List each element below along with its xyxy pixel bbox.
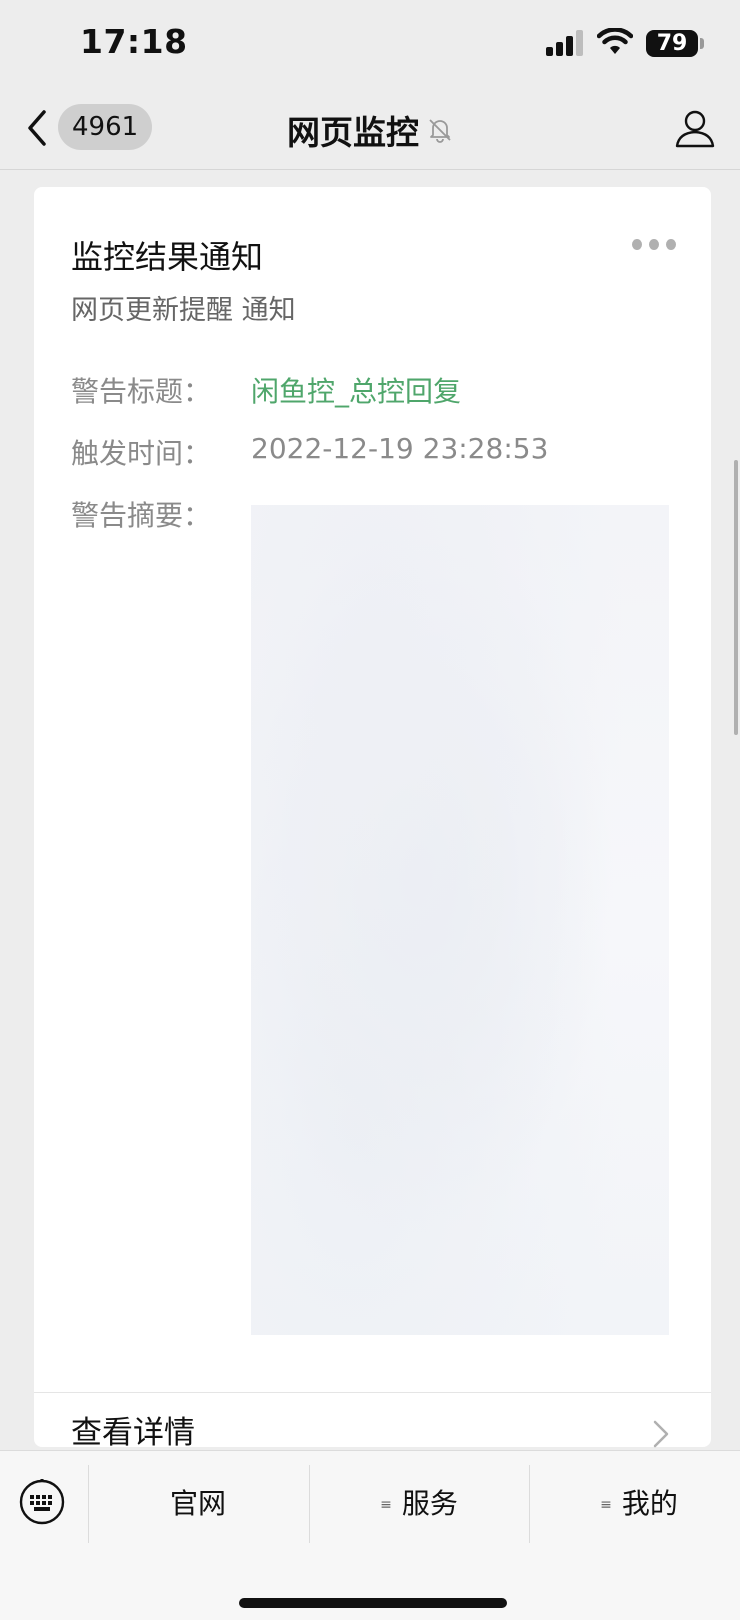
- battery-level: 79: [646, 30, 698, 57]
- field-value-alert-title: 闲鱼控_总控回复: [251, 375, 462, 408]
- card-title: 监控结果通知: [71, 238, 264, 276]
- submenu-icon: ≡: [380, 1497, 392, 1513]
- cellular-signal-icon: [546, 30, 586, 56]
- field-label-alert-title: 警告标题：: [71, 375, 212, 408]
- menu-item-label: 我的: [621, 1487, 678, 1520]
- more-options-icon[interactable]: [632, 239, 676, 255]
- menu-item-official-site[interactable]: 官网: [88, 1465, 308, 1543]
- submenu-icon: ≡: [600, 1497, 612, 1513]
- menu-item-label: 官网: [169, 1487, 226, 1520]
- scrollbar[interactable]: [734, 460, 738, 735]
- field-label-alert-summary: 警告摘要：: [71, 499, 212, 532]
- field-label-trigger-time: 触发时间：: [71, 437, 212, 470]
- card-subtitle: 网页更新提醒 通知: [71, 295, 296, 326]
- alert-summary-redacted: [251, 505, 669, 1335]
- status-time: 17:18: [80, 22, 188, 61]
- battery-tip: [700, 38, 704, 49]
- view-details-label: 查看详情: [71, 1415, 195, 1451]
- home-indicator[interactable]: [239, 1598, 507, 1608]
- profile-icon[interactable]: [674, 108, 716, 150]
- bottom-menu: 官网 ≡ 服务 ≡ 我的: [0, 1450, 740, 1620]
- menu-item-label: 服务: [401, 1487, 458, 1520]
- wifi-icon: [597, 28, 633, 54]
- chevron-right-icon: [653, 1420, 669, 1448]
- bell-off-icon: [429, 119, 451, 143]
- keyboard-icon[interactable]: [19, 1479, 65, 1525]
- page-title: 网页监控: [287, 113, 419, 152]
- page-title-container: 网页监控: [0, 106, 740, 154]
- notification-card[interactable]: 监控结果通知 网页更新提醒 通知 警告标题： 闲鱼控_总控回复 触发时间： 20…: [34, 187, 711, 1451]
- menu-item-services[interactable]: ≡ 服务: [309, 1465, 529, 1543]
- nav-bar: 4961 网页监控: [0, 88, 740, 170]
- menu-item-mine[interactable]: ≡ 我的: [529, 1465, 740, 1543]
- field-value-trigger-time: 2022-12-19 23:28:53: [251, 432, 549, 465]
- status-bar: 17:18 79: [0, 0, 740, 88]
